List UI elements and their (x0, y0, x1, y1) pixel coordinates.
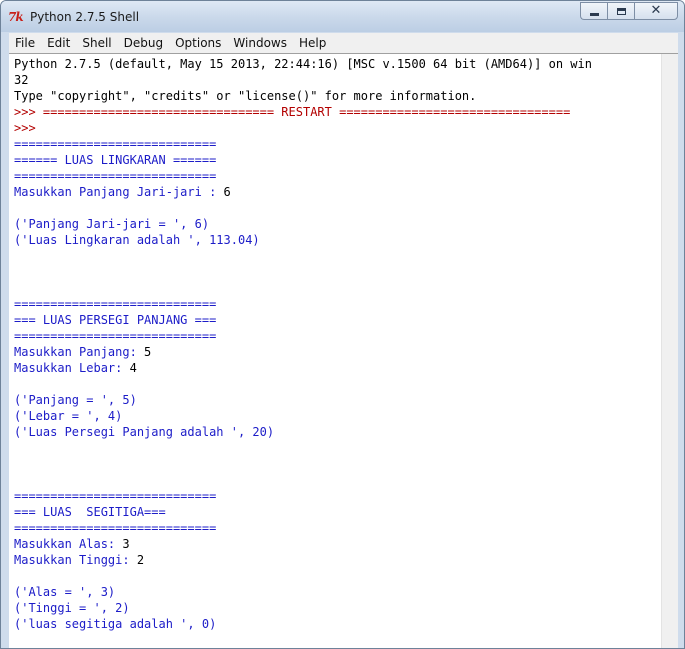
shell-output-text: Masukkan Alas: (14, 537, 123, 551)
shell-line: 32 (14, 73, 29, 87)
shell-line: ('Panjang = ', 5) (14, 393, 137, 407)
menu-options[interactable]: Options (169, 33, 227, 53)
close-button[interactable]: ✕ (634, 2, 678, 20)
close-icon: ✕ (650, 3, 662, 18)
shell-line: Masukkan Panjang Jari-jari : 6 (14, 184, 661, 200)
shell-line: ============================ (14, 521, 217, 535)
shell-line: ============================ (14, 329, 217, 343)
tk-feather-icon: 7k (8, 10, 24, 24)
shell-line: Python 2.7.5 (default, May 15 2013, 22:4… (14, 57, 592, 71)
shell-line: ('Tinggi = ', 2) (14, 601, 130, 615)
vertical-scrollbar[interactable] (661, 54, 678, 648)
shell-line: ('Alas = ', 3) (14, 585, 116, 599)
shell-output-text: Masukkan Panjang Jari-jari : (14, 185, 224, 199)
shell-line: ('Lebar = ', 4) (14, 409, 123, 423)
shell-input-text: 2 (136, 553, 145, 567)
shell-line: Masukkan Tinggi: 2 (14, 552, 661, 568)
idle-shell-window: 7k Python 2.7.5 Shell ✕ File Edit Shell … (0, 0, 685, 649)
shell-line: ============================ (14, 137, 217, 151)
menu-bar: File Edit Shell Debug Options Windows He… (9, 33, 678, 53)
shell-input-text: 3 (122, 537, 130, 551)
shell-line: ('luas segitiga adalah ', 0) (14, 617, 217, 631)
menu-debug[interactable]: Debug (118, 33, 169, 53)
shell-line: ============================ (14, 297, 217, 311)
shell-line: Masukkan Alas: 3 (14, 536, 661, 552)
shell-line: ============================ (14, 169, 217, 183)
shell-output-text: Masukkan Lebar: (14, 361, 130, 375)
menu-shell[interactable]: Shell (76, 33, 117, 53)
maximize-button[interactable] (607, 2, 634, 20)
shell-input-text: 5 (144, 345, 152, 359)
shell-input-text: 6 (223, 185, 231, 199)
menu-windows[interactable]: Windows (227, 33, 293, 53)
shell-line: ('Luas Persegi Panjang adalah ', 20) (14, 425, 275, 439)
menu-help[interactable]: Help (293, 33, 332, 53)
shell-line: Masukkan Lebar: 4 (14, 360, 661, 376)
shell-input-text: 4 (129, 361, 137, 375)
caption-buttons: ✕ (580, 2, 678, 21)
shell-line: >>> (14, 121, 36, 135)
menu-edit[interactable]: Edit (41, 33, 76, 53)
shell-output-text: Masukkan Panjang: (14, 345, 145, 359)
shell-client-area: Python 2.7.5 (default, May 15 2013, 22:4… (9, 53, 678, 648)
minimize-button[interactable] (580, 2, 607, 20)
shell-line: Type "copyright", "credits" or "license(… (14, 89, 477, 103)
minimize-icon (589, 12, 599, 16)
shell-line: ('Panjang Jari-jari = ', 6) (14, 217, 210, 231)
shell-line: Masukkan Panjang: 5 (14, 344, 661, 360)
shell-line: ============================ (14, 489, 217, 503)
shell-text-area[interactable]: Python 2.7.5 (default, May 15 2013, 22:4… (9, 54, 661, 648)
shell-line: >>> ================================ RES… (14, 105, 571, 119)
shell-output-text: Masukkan Tinggi: (14, 553, 137, 567)
shell-line: ====== LUAS LINGKARAN ====== (14, 153, 217, 167)
shell-line: === LUAS PERSEGI PANJANG === (14, 313, 217, 327)
shell-line: ('Luas Lingkaran adalah ', 113.04) (14, 233, 260, 247)
title-bar[interactable]: 7k Python 2.7.5 Shell ✕ (1, 1, 684, 32)
menu-file[interactable]: File (9, 33, 41, 53)
maximize-icon (616, 7, 626, 15)
shell-line: === LUAS SEGITIGA=== (14, 505, 166, 519)
window-title: Python 2.7.5 Shell (30, 10, 140, 24)
